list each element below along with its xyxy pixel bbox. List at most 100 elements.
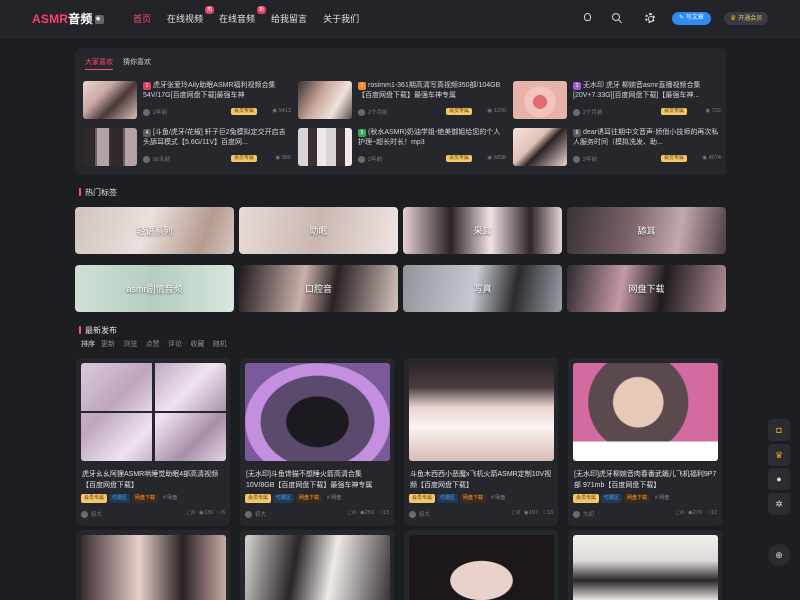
author-name[interactable]: 大初 [583, 512, 594, 518]
post-card[interactable]: 虎牙幺幺阿狸ASMR哄睡觉助眠4部高清视频【百度网盘下载】 会员专属 付费区 网盘下… [76, 358, 230, 526]
bag-icon[interactable]: ◘ [768, 419, 790, 441]
tab-everyone-likes[interactable]: 大家喜欢 [85, 57, 113, 70]
vip-only-badge: 会员专属 [661, 108, 688, 115]
post-title[interactable]: 虎牙幺幺阿狸ASMR哄睡觉助眠4部高清视频【百度网盘下载】 [82, 469, 225, 491]
tag-cloud-disk[interactable]: 网盘下载 [624, 494, 651, 503]
sort-option-random[interactable]: 随机 [213, 339, 227, 349]
featured-title[interactable]: dear诱耳往期中文音声-娇俏小技师的再次私人服务时间（模拟洗发、助... [573, 128, 721, 148]
featured-title[interactable]: 无水印 虎牙 柳婉音asmr直播视频合集[20V+7.33G][百度网盘下载]【… [573, 81, 721, 101]
tab-guess-you-like[interactable]: 猜你喜欢 [123, 57, 151, 70]
post-card[interactable] [568, 530, 722, 600]
lightbulb-icon[interactable] [584, 13, 591, 21]
post-cover-image[interactable] [573, 535, 718, 600]
author-name[interactable]: 初大 [255, 512, 266, 518]
gear-icon[interactable]: ✲ [768, 493, 790, 515]
tag-paid-zone[interactable]: 付费区 [437, 494, 459, 503]
qq-icon[interactable]: ● [768, 468, 790, 490]
tag-tile[interactable]: 舔耳 [567, 207, 726, 254]
tag-cloud-disk[interactable]: 网盘下载 [460, 494, 487, 503]
tag-cloud-disk[interactable]: 网盘下载 [296, 494, 323, 503]
post-title[interactable]: 斗鱼木西西小恶魔x飞机火箭ASMR定制10V视频【百度网盘下载】 [410, 469, 553, 491]
post-cover-image[interactable] [245, 535, 390, 600]
featured-item[interactable]: 无水印 虎牙 柳婉音asmr直播视频合集[20V+7.33G][百度网盘下载]【… [513, 81, 723, 121]
site-logo[interactable]: ASMR音频 [32, 10, 104, 27]
featured-item[interactable]: rosimm1-361期高清写真视频350部/104GB【百度网盘下载】最强车神… [298, 81, 508, 121]
post-cover-image[interactable] [409, 363, 554, 461]
featured-title[interactable]: 虎牙张爱玲Aily助眠ASMR福利视频合集54V/17G[百度网盘下载]最强车神 [143, 81, 291, 101]
post-card[interactable]: [无水印]虎牙柳婉音肉春番武媚儿飞机福利9P7部 971mb【百度网盘下载】 会… [568, 358, 722, 526]
featured-thumbnail[interactable] [513, 81, 567, 119]
tag-paid-zone[interactable]: 付费区 [601, 494, 623, 503]
tag-vip[interactable]: 会员专属 [81, 494, 108, 503]
sort-option-likes[interactable]: 点赞 [146, 339, 160, 349]
featured-panel: 大家喜欢 猜你喜欢 虎牙张爱玲Aily助眠ASMR福利视频合集54V/17G[百… [75, 48, 726, 175]
tag-tile[interactable]: 写真 [403, 265, 562, 312]
featured-meta: 2年前 会员专属 ◉ 5413 [143, 108, 291, 118]
sort-option-comments[interactable]: 评论 [168, 339, 182, 349]
tag-vip[interactable]: 会员专属 [573, 494, 600, 503]
post-title[interactable]: [无水印]斗鱼馋猫不想睡火箭高清合集10V/8GB【百度网盘下载】最强车神专属 [246, 469, 389, 491]
nav-online-audio[interactable]: 在线音频新 [219, 6, 267, 25]
tag-tile[interactable]: 采耳 [403, 207, 562, 254]
tag-tile[interactable]: 网盘下载 [567, 265, 726, 312]
tag-label: 助眠 [309, 226, 328, 236]
post-tag-row: 会员专属 付费区 网盘下载 # 网盘 [245, 494, 389, 503]
author-name[interactable]: 初大 [91, 512, 102, 518]
post-cover-image[interactable] [81, 535, 226, 600]
post-cover-image[interactable] [81, 363, 226, 461]
tag-hashtag[interactable]: # 网盘 [160, 494, 180, 503]
tag-paid-zone[interactable]: 付费区 [109, 494, 131, 503]
gear-icon[interactable] [645, 13, 655, 23]
nav-online-video[interactable]: 在线视频热 [167, 6, 215, 25]
tag-hashtag[interactable]: # 网盘 [652, 494, 672, 503]
featured-thumbnail[interactable] [298, 81, 352, 119]
tag-hashtag[interactable]: # 网盘 [324, 494, 344, 503]
post-title[interactable]: [无水印]虎牙柳婉音肉春番武媚儿飞机福利9P7部 971mb【百度网盘下载】 [574, 469, 717, 491]
featured-thumbnail[interactable] [513, 128, 567, 166]
avatar [358, 156, 365, 164]
tag-tile[interactable]: 口腔音 [239, 265, 398, 312]
sort-option-views[interactable]: 浏览 [123, 339, 137, 349]
featured-item[interactable]: [斗鱼/虎牙/花椒] 轩子巨2兔模拟定交开启吉头舔耳模式【5.6G/11V】百度… [83, 128, 293, 168]
post-card[interactable] [76, 530, 230, 600]
tag-vip[interactable]: 会员专属 [409, 494, 436, 503]
author-name[interactable]: 初大 [419, 512, 430, 518]
nav-home[interactable]: 首页 [133, 12, 151, 25]
post-cover-image[interactable] [409, 535, 554, 600]
write-article-button[interactable]: ✎ 写文章 [672, 12, 711, 25]
post-cover-image[interactable] [245, 363, 390, 461]
open-vip-button[interactable]: ♛ 开通会员 [724, 12, 769, 25]
featured-item[interactable]: dear诱耳往期中文音声-娇俏小技师的再次私人服务时间（模拟洗发、助... 6 … [513, 128, 723, 168]
nav-about[interactable]: 关于我们 [323, 12, 359, 25]
comments-value: 0 [680, 510, 684, 516]
post-card[interactable] [240, 530, 394, 600]
post-card[interactable]: 斗鱼木西西小恶魔x飞机火箭ASMR定制10V视频【百度网盘下载】 会员专属 付费区… [404, 358, 558, 526]
tag-paid-zone[interactable]: 付费区 [273, 494, 295, 503]
nav-message[interactable]: 给我留言 [271, 12, 307, 25]
post-card[interactable]: [无水印]斗鱼馋猫不想睡火箭高清合集10V/8GB【百度网盘下载】最强车神专属 … [240, 358, 394, 526]
featured-thumbnail[interactable] [83, 81, 137, 119]
post-cover-image[interactable] [573, 363, 718, 461]
tag-hashtag[interactable]: # 网盘 [488, 494, 508, 503]
view-count: ◉197 [523, 510, 538, 516]
sort-option-favorites[interactable]: 收藏 [190, 339, 204, 349]
featured-title[interactable]: [斗鱼/虎牙/花椒] 轩子巨2兔模拟定交开启吉头舔耳模式【5.6G/11V】百度… [143, 128, 291, 148]
cat-logo-icon [94, 15, 104, 25]
featured-item[interactable]: 虎牙张爱玲Aily助眠ASMR福利视频合集54V/17G[百度网盘下载]最强车神… [83, 81, 293, 121]
tag-tile[interactable]: 助眠 [239, 207, 398, 254]
featured-item[interactable]: (秋水ASMR)奶油学姐-绝美御姐给您的个人护理~超长时长！mp3 5 2年前 … [298, 128, 508, 168]
featured-thumbnail[interactable] [83, 128, 137, 166]
sort-option-update[interactable]: 更新 [101, 339, 115, 349]
featured-title[interactable]: rosimm1-361期高清写真视频350部/104GB【百度网盘下载】最强车神… [358, 81, 506, 101]
plus-circle-icon[interactable]: ⊕ [768, 544, 790, 566]
post-card[interactable] [404, 530, 558, 600]
rank-badge: 4 [143, 129, 151, 137]
search-icon[interactable] [612, 13, 620, 21]
tag-tile[interactable]: 轻语系列 [75, 207, 234, 254]
featured-title[interactable]: (秋水ASMR)奶油学姐-绝美御姐给您的个人护理~超长时长！mp3 [358, 128, 506, 148]
crown-icon[interactable]: ♛ [768, 444, 790, 466]
featured-thumbnail[interactable] [298, 128, 352, 166]
tag-vip[interactable]: 会员专属 [245, 494, 272, 503]
tag-cloud-disk[interactable]: 网盘下载 [132, 494, 159, 503]
tag-tile[interactable]: asmr剧情音频 [75, 265, 234, 312]
